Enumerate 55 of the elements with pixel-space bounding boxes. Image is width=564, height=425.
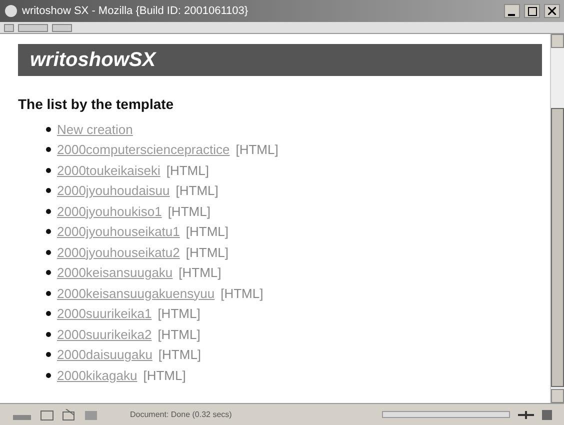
html-link[interactable]: [HTML]: [166, 160, 209, 180]
html-link[interactable]: [HTML]: [186, 242, 229, 262]
scrollbar[interactable]: [550, 34, 564, 403]
bullet-icon: [46, 311, 51, 316]
template-link[interactable]: 2000jyouhouseikatu2: [57, 242, 180, 262]
html-link[interactable]: [HTML]: [158, 324, 200, 344]
template-link[interactable]: 2000computersciencepractice: [57, 140, 230, 160]
bullet-icon: [46, 250, 51, 255]
status-text: Document: Done (0.32 secs): [130, 408, 233, 420]
html-link[interactable]: [HTML]: [220, 284, 264, 303]
html-link[interactable]: [HTML]: [178, 263, 222, 282]
window-title: writoshow SX - Mozilla {Build ID: 2001061103}: [22, 4, 250, 19]
html-link[interactable]: [HTML]: [236, 140, 278, 160]
bullet-icon: [46, 229, 51, 234]
scroll-thumb[interactable]: [551, 108, 564, 387]
template-link[interactable]: 2000jyouhoudaisuu: [57, 181, 170, 200]
toolbar-grip[interactable]: [18, 24, 48, 32]
close-icon: [548, 7, 556, 15]
template-link[interactable]: New creation: [57, 120, 133, 139]
minimize-icon: [508, 13, 516, 17]
html-link[interactable]: [HTML]: [168, 202, 210, 221]
bullet-icon: [46, 147, 51, 152]
template-link[interactable]: 2000suurikeika2: [57, 324, 152, 344]
html-link[interactable]: [HTML]: [158, 304, 200, 324]
html-link[interactable]: [HTML]: [143, 366, 186, 385]
template-link[interactable]: 2000toukeikaiseki: [57, 160, 160, 180]
maximize-icon: [528, 6, 536, 16]
template-link[interactable]: 2000jyouhouseikatu1: [57, 222, 180, 242]
banner: writoshowSX: [18, 44, 542, 76]
bullet-icon: [46, 126, 51, 132]
bullet-icon: [46, 208, 51, 214]
toolbar-grip[interactable]: [52, 24, 72, 32]
minimize-button[interactable]: [504, 4, 520, 18]
html-link[interactable]: [HTML]: [158, 345, 202, 364]
maximize-button[interactable]: [524, 4, 540, 18]
html-link[interactable]: [HTML]: [176, 181, 218, 200]
bullet-icon: [46, 352, 51, 358]
html-link[interactable]: [HTML]: [186, 222, 229, 242]
template-link[interactable]: 2000suurikeika1: [57, 304, 152, 324]
bullet-icon: [46, 270, 51, 276]
template-link[interactable]: 2000kikagaku: [57, 366, 138, 385]
close-button[interactable]: [544, 4, 560, 18]
toolbar-grip[interactable]: [4, 24, 14, 32]
heading: The list by the template: [18, 95, 175, 114]
template-link[interactable]: 2000keisansuugaku: [57, 263, 173, 282]
bullet-icon: [46, 188, 51, 194]
bullet-icon: [46, 168, 51, 173]
template-link[interactable]: 2000daisuugaku: [57, 345, 152, 364]
bullet-icon: [46, 290, 51, 296]
bullet-icon: [46, 332, 51, 337]
template-link[interactable]: 2000keisansuugakuensyuu: [57, 284, 215, 303]
template-link[interactable]: 2000jyouhoukiso1: [57, 202, 162, 221]
scroll-up-button[interactable]: [551, 34, 564, 48]
scroll-down-button[interactable]: [551, 389, 564, 403]
bullet-icon: [46, 372, 51, 378]
